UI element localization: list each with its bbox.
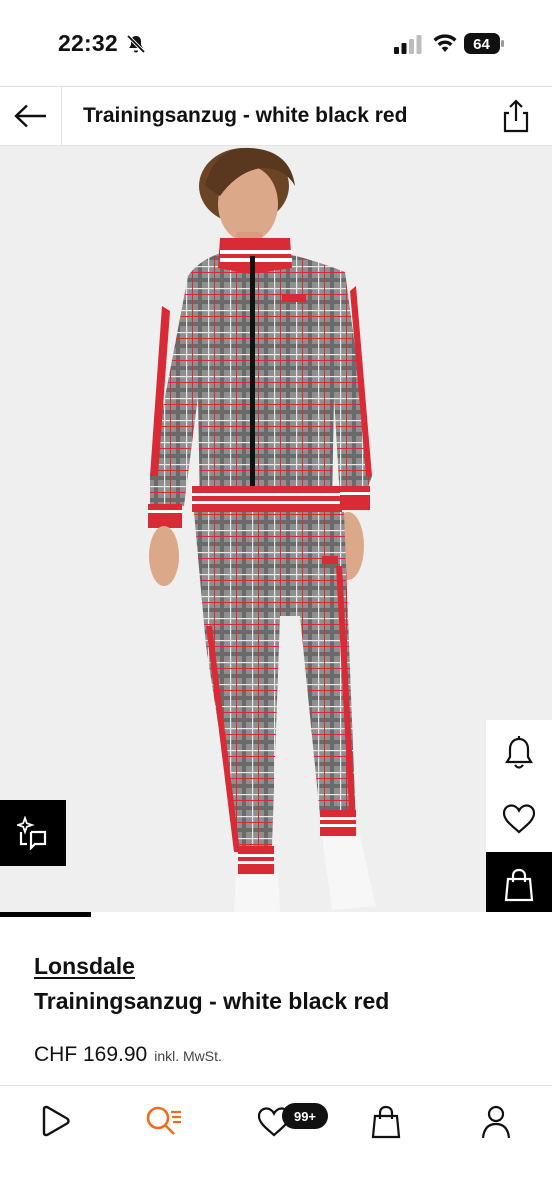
bell-icon xyxy=(505,736,533,769)
price-row: CHF 169.90 inkl. MwSt. xyxy=(34,1043,222,1067)
battery-level: 64 xyxy=(473,36,490,53)
bag-icon xyxy=(371,1105,401,1139)
nav-search[interactable] xyxy=(142,1102,186,1142)
nav-cart[interactable] xyxy=(364,1102,408,1142)
product-photo xyxy=(0,146,552,916)
status-bar: 22:32 64 xyxy=(0,0,552,86)
profile-icon xyxy=(481,1105,511,1139)
brand-link[interactable]: Lonsdale xyxy=(34,953,135,980)
bag-icon xyxy=(504,868,534,902)
wishlist-count-badge: 99+ xyxy=(282,1103,328,1129)
arrow-left-icon xyxy=(13,104,46,128)
wifi-icon xyxy=(433,34,457,52)
add-to-cart-button[interactable] xyxy=(486,852,552,916)
bell-off-icon xyxy=(126,34,146,54)
price-alert-button[interactable] xyxy=(486,720,552,786)
bottom-navigation: 99+ xyxy=(0,1085,552,1200)
product-price: CHF 169.90 xyxy=(34,1043,148,1066)
product-image[interactable] xyxy=(0,146,552,916)
carousel-progress-fill xyxy=(0,912,92,917)
back-button[interactable] xyxy=(0,87,62,145)
side-actions xyxy=(486,720,552,916)
nav-profile[interactable] xyxy=(474,1102,518,1142)
top-bar: Trainingsanzug - white black red xyxy=(0,86,552,146)
page-title: Trainingsanzug - white black red xyxy=(83,104,408,127)
status-time: 22:32 xyxy=(58,30,118,56)
image-carousel-progress xyxy=(0,912,552,917)
tax-note: inkl. MwSt. xyxy=(154,1048,222,1064)
sparkle-compare-icon xyxy=(17,816,47,850)
signal-icon xyxy=(394,35,422,54)
nav-home[interactable] xyxy=(34,1102,78,1142)
similar-items-button[interactable] xyxy=(0,800,66,866)
share-button[interactable] xyxy=(498,97,534,135)
battery-icon: 64 xyxy=(464,33,504,54)
wishlist-button[interactable] xyxy=(486,786,552,852)
heart-icon xyxy=(502,804,536,834)
share-icon xyxy=(503,99,529,133)
search-icon xyxy=(146,1106,181,1135)
product-name: Trainingsanzug - white black red xyxy=(34,988,390,1014)
home-icon xyxy=(42,1105,70,1137)
